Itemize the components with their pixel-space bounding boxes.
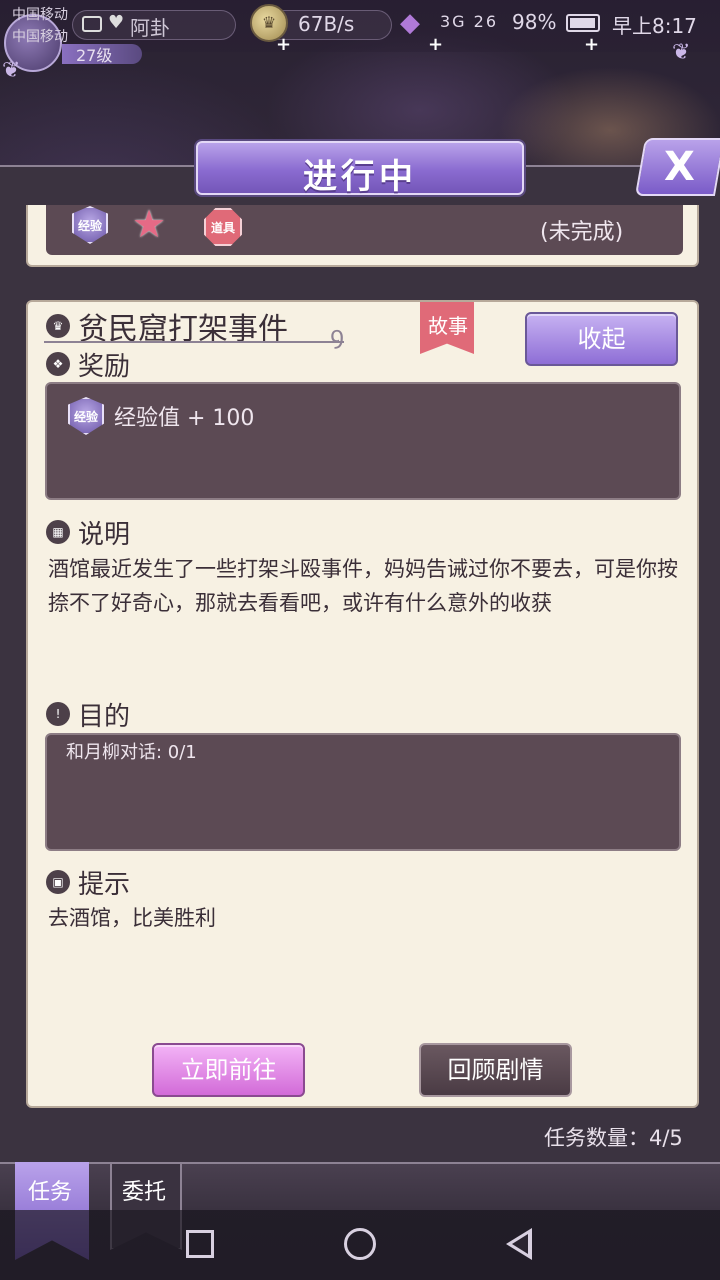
review-story-button[interactable]: 回顾剧情 <box>419 1043 572 1097</box>
gem-icon: ◆ <box>400 8 420 38</box>
net-speed: 67B/s <box>298 12 355 36</box>
hint-bullet-icon: ▣ <box>46 870 70 894</box>
player-name: 阿卦 <box>130 16 170 40</box>
add-energy-icon[interactable]: + <box>584 34 599 55</box>
add-gem-icon[interactable]: + <box>428 34 443 55</box>
battery-percent: 98% <box>512 10 557 34</box>
reward-label: 奖励 <box>78 352 131 382</box>
quest-count: 任务数量：4/5 <box>544 1126 683 1150</box>
description-label: 说明 <box>78 520 131 550</box>
carrier-1: 中国移动 <box>12 7 68 23</box>
goal-label: 目的 <box>78 702 131 732</box>
crown-bullet-icon: ♛ <box>46 314 70 338</box>
hint-text: 去酒馆，比美胜利 <box>48 906 216 930</box>
carrier-2: 中国移动 <box>12 29 68 45</box>
recent-apps-icon[interactable] <box>186 1230 214 1258</box>
collapse-button[interactable]: 收起 <box>525 312 678 366</box>
page-title: 进行中 <box>303 157 417 197</box>
heart-icon: ♥ <box>108 12 125 33</box>
goal-text: 和月柳对话: 0/1 <box>66 742 197 763</box>
story-tag: 故事 <box>428 314 468 338</box>
swirl-icon: ꝯ <box>330 321 345 349</box>
tab-strip <box>0 1162 720 1210</box>
description-bullet-icon: ▦ <box>46 520 70 544</box>
quest-description: 酒馆最近发生了一些打架斗殴事件，妈妈告诫过你不要去，可是你按捺不了好奇心，那就去… <box>48 557 678 615</box>
hint-label: 提示 <box>78 870 131 900</box>
quest-status: (未完成) <box>540 220 624 245</box>
add-currency-icon[interactable]: + <box>276 34 291 55</box>
star-icon: ★ <box>132 202 167 246</box>
clock: 早上8:17 <box>612 14 697 38</box>
back-icon-inner <box>512 1234 528 1254</box>
battery-icon <box>566 14 600 32</box>
flourish-icon: ❦ <box>672 40 691 65</box>
reward-bullet-icon: ❖ <box>46 352 70 376</box>
title-divider <box>44 341 344 343</box>
goal-bullet-icon: ! <box>46 702 70 726</box>
close-button[interactable]: X <box>634 138 720 196</box>
signal-icon: 3G 26 <box>440 12 499 31</box>
flourish-icon: ❦ <box>2 58 21 83</box>
briefcase-icon <box>82 16 102 32</box>
home-icon[interactable] <box>344 1228 376 1260</box>
title-banner: 进行中 <box>196 141 524 197</box>
tab-entrust-label: 委托 <box>122 1180 167 1205</box>
go-now-button[interactable]: 立即前往 <box>152 1043 305 1097</box>
close-icon: X <box>664 144 695 190</box>
tab-quest-label: 任务 <box>28 1180 73 1205</box>
player-level: 27级 <box>76 46 113 65</box>
reward-text: 经验值 + 100 <box>114 406 255 431</box>
